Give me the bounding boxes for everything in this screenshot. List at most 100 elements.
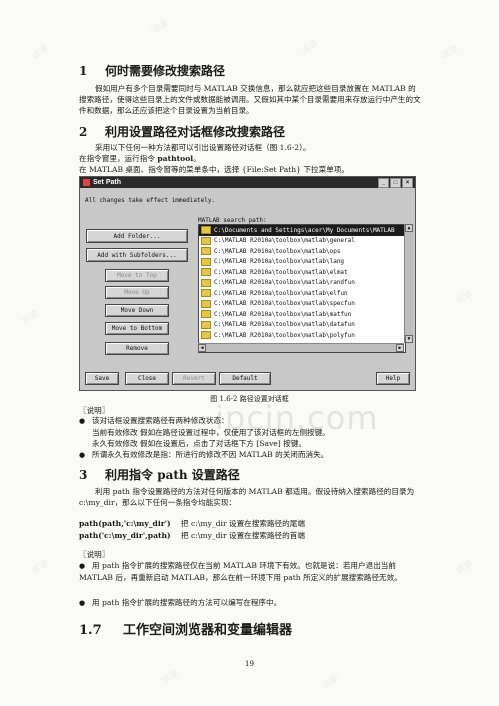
document-page: 试读 试读 试读 试读 试读 试读 试读 试读 试读 试读 1 何时需要修改搜索路… <box>0 0 499 706</box>
watermark-text: 试读 <box>454 558 476 577</box>
scroll-left-icon[interactable]: ◀ <box>198 344 206 352</box>
note-2-bullet-2: ● 用 path 指令扩展的搜索路径的方法可以编写在程序中。 <box>79 597 425 609</box>
watermark-text: 试读 <box>29 558 51 577</box>
folder-icon <box>201 268 211 277</box>
section-2-line-2-pre: 在指令窗里，运行指令 <box>79 154 158 163</box>
note-1-bullet-1-text: 该对话框设置搜索路径有两种修改状态： <box>92 416 229 425</box>
path-list-item[interactable]: C:\MATLAB R2010a\toolbox\matlab\matfun <box>199 309 405 320</box>
save-button[interactable]: Save <box>85 372 119 385</box>
move-up-button[interactable]: Move Up <box>105 286 169 299</box>
note-1-bullet-1: ● 该对话框设置搜索路径有两种修改状态： 当前有效修改 假如在路径设置过程中，仅使… <box>79 415 425 449</box>
default-button[interactable]: Default <box>219 372 271 385</box>
section-2-line-3-text: 在 MATLAB 桌面、指令窗等的菜单条中，选择 {File:Set Path}… <box>79 165 349 174</box>
scroll-up-icon[interactable]: ▲ <box>405 224 413 232</box>
move-to-bottom-button[interactable]: Move to Bottom <box>105 322 169 335</box>
path-command-1: path(path,'c:\my_dir') <box>79 519 171 528</box>
section-3-number: 3 <box>79 468 88 482</box>
path-list-item-label: C:\MATLAB R2010a\toolbox\matlab\randfun <box>214 279 355 287</box>
path-list-item-label: C:\MATLAB R2010a\toolbox\matlab\ops <box>214 247 341 255</box>
folder-icon <box>201 236 211 245</box>
remove-button[interactable]: Remove <box>105 342 169 355</box>
move-down-button[interactable]: Move Down <box>105 304 169 317</box>
section-2-line-1-text: 采用以下任何一种方法都可以引出设置路径对话框（图 1.6-2）。 <box>95 143 311 152</box>
note-2-bullet-1: ● 用 path 指令扩展的搜索路径仅在当前 MATLAB 环境下有效。也就是说：… <box>79 560 425 583</box>
section-3-heading: 3 利用指令 path 设置路径 <box>79 466 240 483</box>
section-2-title: 利用设置路径对话框修改搜索路径 <box>105 125 286 139</box>
section-1-paragraph: 假如用户有多个目录需要同时与 MATLAB 交换信息，那么就应把这些目录放置在 … <box>79 83 421 116</box>
scroll-right-icon[interactable]: ▶ <box>396 344 404 352</box>
section-2-line-3: 在 MATLAB 桌面、指令窗等的菜单条中，选择 {File:Set Path}… <box>79 164 421 175</box>
path-list-item[interactable]: C:\Documents and Settings\acer\My Docume… <box>199 225 405 236</box>
path-list-item[interactable]: C:\MATLAB R2010a\toolbox\matlab\lang <box>199 257 405 268</box>
vertical-scrollbar[interactable]: ▲ ▼ <box>404 224 413 343</box>
add-folder-button[interactable]: Add Folder... <box>86 229 188 243</box>
window-controls: _ □ × <box>378 177 413 188</box>
close-icon[interactable]: × <box>402 177 413 188</box>
path-command-2: path('c:\my_dir',path) <box>79 531 171 540</box>
watermark-text: 试读 <box>149 18 171 37</box>
path-list-item-label: C:\Documents and Settings\acer\My Docume… <box>214 226 395 234</box>
section-1-text: 假如用户有多个目录需要同时与 MATLAB 交换信息，那么就应把这些目录放置在 … <box>79 84 421 115</box>
path-list-item[interactable]: C:\MATLAB R2010a\toolbox\matlab\datafun <box>199 320 405 331</box>
folder-icon <box>201 331 211 340</box>
watermark-text: 试读 <box>319 673 341 692</box>
dialog-titlebar[interactable]: Set Path _ □ × <box>80 177 415 188</box>
section-3-text: 利用 path 指令设置路径的方法对任何版本的 MATLAB 都适用。假设待纳入… <box>79 487 415 507</box>
folder-icon <box>201 289 211 298</box>
path-command-2-desc: 把 c:\my_dir 设置在搜索路径的首端 <box>181 531 305 540</box>
section-1-7-number: 1.7 <box>79 623 102 638</box>
path-list-item[interactable]: C:\MATLAB R2010a\toolbox\matlab\general <box>199 236 405 247</box>
note-2-bullet-1-text: 用 path 指令扩展的搜索路径仅在当前 MATLAB 环境下有效。也就是说：若… <box>79 561 402 582</box>
revert-button[interactable]: Revert <box>172 372 216 385</box>
watermark-text: 试读 <box>159 668 181 687</box>
path-list-item-label: C:\MATLAB R2010a\toolbox\matlab\lang <box>214 258 345 266</box>
dialog-title: Set Path <box>93 179 122 186</box>
section-1-heading: 1 何时需要修改搜索路径 <box>79 62 225 79</box>
bullet-icon: ● <box>79 451 86 459</box>
path-list-item[interactable]: C:\MATLAB R2010a\toolbox\matlab\elmat <box>199 267 405 278</box>
close-button[interactable]: Close <box>125 372 169 385</box>
note-1-sub-2: 永久有效修改 假如在设置后，点击了对话框下方 [Save] 按键。 <box>92 439 306 448</box>
path-list-item-label: C:\MATLAB R2010a\toolbox\matlab\elmat <box>214 268 348 276</box>
folder-icon <box>201 299 211 308</box>
path-list-item[interactable]: C:\MATLAB R2010a\toolbox\matlab\ops <box>199 246 405 257</box>
section-3-title-cmd: path <box>157 468 188 482</box>
minimize-icon[interactable]: _ <box>378 177 389 188</box>
path-command-row-2: path('c:\my_dir',path) 把 c:\my_dir 设置在搜索路… <box>79 530 305 541</box>
path-list-item[interactable]: C:\MATLAB R2010a\toolbox\matlab\polyfun <box>199 330 405 341</box>
help-button[interactable]: Help <box>376 372 410 385</box>
folder-icon <box>201 320 211 329</box>
section-3-title-pre: 利用指令 <box>105 468 158 482</box>
watermark-text: 试读 <box>29 43 51 62</box>
search-path-list[interactable]: C:\Documents and Settings\acer\My Docume… <box>198 224 406 353</box>
section-2-line-2-post: 。 <box>193 154 201 163</box>
section-2-line-1: 采用以下任何一种方法都可以引出设置路径对话框（图 1.6-2）。 <box>79 142 421 153</box>
path-list-item-label: C:\MATLAB R2010a\toolbox\matlab\polyfun <box>214 331 355 339</box>
section-3-paragraph: 利用 path 指令设置路径的方法对任何版本的 MATLAB 都适用。假设待纳入… <box>79 486 421 508</box>
path-list-item-label: C:\MATLAB R2010a\toolbox\matlab\datafun <box>214 321 355 329</box>
horizontal-scrollbar[interactable]: ◀ ▶ <box>198 343 404 352</box>
section-2-number: 2 <box>79 125 88 139</box>
section-2-heading: 2 利用设置路径对话框修改搜索路径 <box>79 123 285 140</box>
note-1-bullet-2: ● 所谓永久有效修改是指：所进行的修改不因 MATLAB 的关闭而消失。 <box>79 449 425 461</box>
path-command-row-1: path(path,'c:\my_dir') 把 c:\my_dir 设置在搜索路… <box>79 518 305 529</box>
path-list-item-label: C:\MATLAB R2010a\toolbox\matlab\elfun <box>214 289 348 297</box>
path-list-item[interactable]: C:\MATLAB R2010a\toolbox\matlab\randfun <box>199 278 405 289</box>
section-1-title: 何时需要修改搜索路径 <box>105 64 226 78</box>
page-number: 19 <box>245 660 254 668</box>
maximize-icon[interactable]: □ <box>390 177 401 188</box>
scroll-down-icon[interactable]: ▼ <box>405 335 413 343</box>
path-list-item-label: C:\MATLAB R2010a\toolbox\matlab\specfun <box>214 300 355 308</box>
add-with-subfolders-button[interactable]: Add with Subfolders... <box>86 248 188 262</box>
move-to-top-button[interactable]: Move to Top <box>105 269 169 282</box>
path-list-item[interactable]: C:\MATLAB R2010a\toolbox\matlab\specfun <box>199 299 405 310</box>
bullet-icon: ● <box>79 599 86 607</box>
watermark-text: 试读 <box>299 38 321 57</box>
folder-icon <box>201 257 211 266</box>
watermark-text: 试读 <box>439 43 461 62</box>
note-2-label: 〖说明〗 <box>79 550 110 559</box>
path-list-item[interactable]: C:\MATLAB R2010a\toolbox\matlab\elfun <box>199 288 405 299</box>
pathtool-command: pathtool <box>157 154 194 163</box>
dialog-caption: All changes take effect immediately. <box>85 197 216 204</box>
bullet-icon: ● <box>79 417 86 425</box>
